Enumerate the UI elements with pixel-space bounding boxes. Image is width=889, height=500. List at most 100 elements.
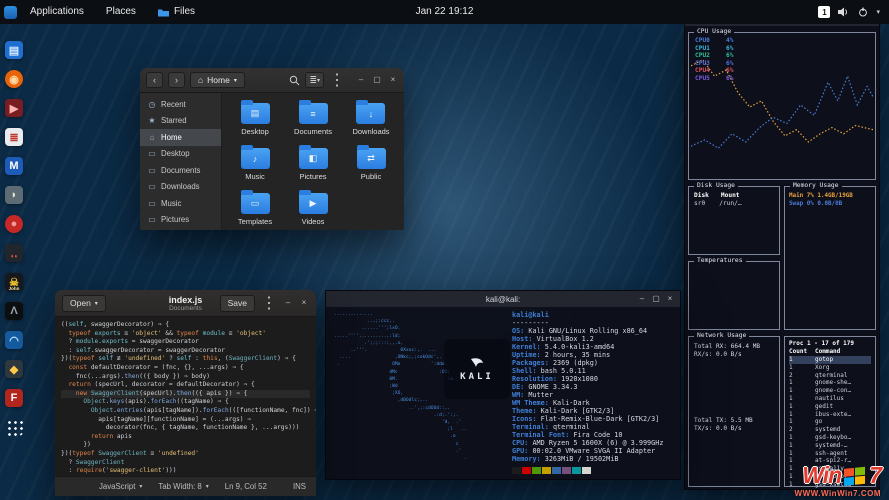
sidebar-item-downloads[interactable]: ▭ Downloads (140, 179, 221, 196)
terminal-titlebar[interactable]: kali@kali: – ▢ × (326, 291, 680, 307)
neofetch-line: WM Theme: Kali-Dark (512, 399, 663, 407)
memory-row: Main 7% 1.4GB/19GB (789, 192, 871, 200)
neofetch-line: Memory: 3263MiB / 19502MiB (512, 455, 663, 463)
system-menu-caret-icon[interactable]: ▾ (876, 8, 880, 16)
files-app-menu[interactable]: Files (149, 0, 204, 24)
folder-documents[interactable]: ≡ Documents (294, 100, 332, 145)
view-toggle-button[interactable]: ≣ ▾ (305, 72, 324, 88)
metasploit-icon[interactable]: M (5, 157, 23, 175)
applications-menu[interactable]: Applications (21, 0, 93, 24)
cpu-usage-box: CPU Usage CPU0 4% CPU1 6% (688, 32, 876, 180)
pomodoro-icon[interactable]: ● (5, 215, 23, 233)
sidebar-item-recent[interactable]: ◷ Recent (140, 96, 221, 113)
process-row[interactable]: 1 Xorg (789, 364, 871, 372)
maximize-button[interactable]: ▢ (651, 294, 661, 304)
text-document-icon[interactable]: ≣ (5, 128, 23, 146)
process-row[interactable]: 1 systemd-… (789, 442, 871, 450)
search-icon[interactable] (289, 75, 300, 86)
color-app-icon[interactable]: ◆ (5, 360, 23, 378)
place-icon: ▭ (148, 166, 156, 175)
back-button[interactable]: ‹ (146, 72, 163, 88)
process-row[interactable]: 2 qterminal (789, 372, 871, 380)
files-icon (158, 8, 169, 17)
editor-headerbar[interactable]: Open ▾ index.js Documents Save ⋮ – × (55, 290, 316, 317)
process-row[interactable]: 1 nautilus (789, 395, 871, 403)
net-tx-total: Total TX: 5.5 MB (694, 417, 774, 425)
power-icon[interactable] (858, 7, 868, 17)
sidebar-item-documents[interactable]: ▭ Documents (140, 162, 221, 179)
temperatures-box: Temperatures (688, 261, 780, 330)
cursor-position[interactable]: Ln 9, Col 52 (225, 482, 267, 491)
winwin7-watermark: Win 7 WWW.WinWin7.COM (795, 462, 881, 498)
terminal-window: kali@kali: – ▢ × .............. ..,;:ccc… (325, 290, 681, 480)
process-row[interactable]: 1 gnome-she… (789, 379, 871, 387)
save-button[interactable]: Save (220, 295, 255, 312)
editor-menu-icon[interactable]: ⋮ (261, 293, 277, 313)
sidebar-item-pictures[interactable]: ▭ Pictures (140, 212, 221, 229)
gimp-icon[interactable]: ◗ (5, 186, 23, 204)
folder-icon: ▤ (241, 103, 270, 124)
firefox-icon[interactable]: ◉ (5, 70, 23, 88)
desktop-wallpaper: Applications Places Files Jan 22 19:12 1… (0, 0, 889, 500)
forward-icon: › (175, 75, 178, 85)
volume-icon[interactable] (838, 7, 850, 17)
folder-pictures[interactable]: ◧ Pictures (299, 145, 328, 190)
cpu-core-row: CPU5 6% (695, 75, 733, 83)
file-manager-headerbar[interactable]: ‹ › ⌂ Home ▾ ≣ ▾ ⋮ – ▢ × (140, 68, 404, 93)
cat-app-icon[interactable]: Λ (5, 302, 23, 320)
top-panel: Applications Places Files Jan 22 19:12 1… (0, 0, 889, 24)
maximize-button[interactable]: ▢ (372, 75, 382, 85)
process-row[interactable]: 1 gedit (789, 403, 871, 411)
close-button[interactable]: × (665, 294, 675, 304)
process-row[interactable]: 1 gnome-con… (789, 387, 871, 395)
wireshark-icon[interactable]: ◠ (5, 331, 23, 349)
window-menu-icon[interactable]: ⋮ (329, 70, 345, 90)
path-button[interactable]: ⌂ Home ▾ (190, 72, 245, 88)
net-rx-rate: RX/s: 0.0 B/s (694, 351, 774, 359)
john-the-ripper-icon[interactable]: ☠ John (5, 273, 23, 291)
sidebar-item-home[interactable]: ⌂ Home (140, 129, 221, 146)
folder-videos[interactable]: ▶ Videos (299, 190, 328, 230)
notification-badge[interactable]: 1 (818, 6, 830, 18)
cpu-core-row: CPU0 4% (695, 37, 733, 45)
folder-downloads[interactable]: ↓ Downloads (352, 100, 389, 145)
process-row[interactable]: 1 gotop (789, 356, 871, 364)
folder-icon: ⇄ (357, 148, 386, 169)
code-editor-area[interactable]: ((self, swaggerDecorator) ⇒ { typeof exp… (55, 317, 316, 476)
memory-row: Swap 0% 0.0B/0B (789, 200, 871, 208)
process-row[interactable]: 2 systemd (789, 426, 871, 434)
neofetch-separator: --------- (512, 319, 663, 327)
process-row[interactable]: 1 ibus-exte… (789, 411, 871, 419)
kali-logo-icon[interactable] (4, 6, 17, 19)
minimize-button[interactable]: – (283, 298, 293, 308)
forward-button[interactable]: › (168, 72, 185, 88)
folder-desktop[interactable]: ▤ Desktop (241, 100, 270, 145)
computer-icon[interactable]: ▤ (5, 41, 23, 59)
tab-width-selector[interactable]: Tab Width: 8 ▾ (158, 482, 208, 491)
file-manager-window: ‹ › ⌂ Home ▾ ≣ ▾ ⋮ – ▢ × (140, 68, 404, 230)
media-player-icon[interactable]: ▶ (5, 99, 23, 117)
terminal-output[interactable]: .............. ..,;:ccc,. ......''';lxO.… (326, 307, 680, 479)
folder-templates[interactable]: ▭ Templates (238, 190, 272, 230)
open-button[interactable]: Open ▾ (62, 295, 106, 312)
path-caret-icon: ▾ (234, 77, 237, 84)
places-menu[interactable]: Places (97, 0, 145, 24)
sidebar-item-desktop[interactable]: ▭ Desktop (140, 146, 221, 163)
minimize-button[interactable]: – (356, 75, 366, 85)
sidebar-item-music[interactable]: ▭ Music (140, 195, 221, 212)
neofetch-line: Terminal Font: Fira Code 10 (512, 431, 663, 439)
process-row[interactable]: 1 go (789, 418, 871, 426)
palette-swatch (582, 467, 591, 474)
sidebar-item-starred[interactable]: ★ Starred (140, 113, 221, 130)
app-grid-icon[interactable] (5, 418, 23, 436)
process-row[interactable]: 1 ssh-agent (789, 450, 871, 458)
faraday-icon[interactable]: F (5, 389, 23, 407)
process-row[interactable]: 1 gsd-keybo… (789, 434, 871, 442)
close-button[interactable]: × (299, 298, 309, 308)
folder-public[interactable]: ⇄ Public (357, 145, 386, 190)
language-selector[interactable]: JavaScript ▾ (99, 482, 142, 491)
folder-music[interactable]: ♪ Music (241, 145, 270, 190)
minimize-button[interactable]: – (637, 294, 647, 304)
close-button[interactable]: × (388, 75, 398, 85)
cherrytree-icon[interactable]: ‥ (5, 244, 23, 262)
